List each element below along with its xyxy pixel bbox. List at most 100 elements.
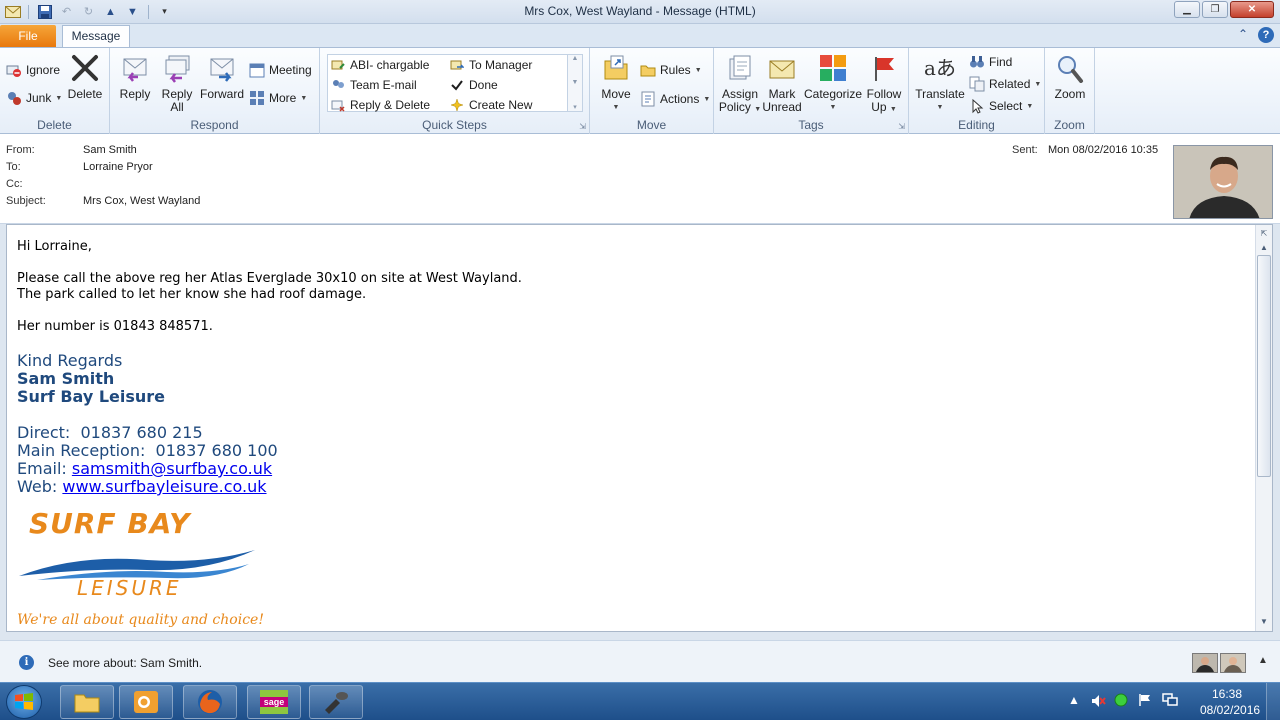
ignore-button[interactable]: Ignore bbox=[6, 62, 60, 78]
quick-step-abi-chargable[interactable]: ABI- chargable bbox=[330, 57, 429, 73]
mark-unread-button[interactable]: Mark Unread bbox=[762, 52, 802, 114]
chevron-down-icon: ▼ bbox=[889, 106, 897, 113]
calendar-icon bbox=[249, 62, 265, 78]
quick-step-create-new[interactable]: Create New bbox=[449, 97, 532, 113]
start-button[interactable] bbox=[6, 685, 42, 719]
delete-icon bbox=[69, 52, 101, 84]
from-value[interactable]: Sam Smith bbox=[83, 144, 137, 156]
to-value[interactable]: Lorraine Pryor bbox=[83, 161, 153, 173]
reply-all-button[interactable]: Reply All bbox=[158, 52, 196, 114]
show-desktop-button[interactable] bbox=[1266, 683, 1280, 720]
signature-direct: Direct: 01837 680 215 bbox=[17, 424, 522, 442]
taskbar-firefox[interactable] bbox=[183, 685, 237, 719]
minimize-button[interactable]: ▁ bbox=[1174, 1, 1200, 18]
zoom-button[interactable]: Zoom bbox=[1050, 52, 1090, 101]
people-pane: i See more about: Sam Smith. ▲ bbox=[0, 640, 1280, 682]
ignore-label: Ignore bbox=[26, 63, 61, 77]
taskbar-windows-explorer[interactable] bbox=[60, 685, 114, 719]
related-button[interactable]: Related ▼ bbox=[969, 76, 1041, 92]
sage-icon: sage bbox=[260, 690, 288, 714]
cursor-icon bbox=[969, 98, 985, 114]
expand-icon[interactable]: ⇱ bbox=[1257, 227, 1271, 241]
translate-button[interactable]: aあ Translate ▼ bbox=[913, 52, 967, 114]
tab-message[interactable]: Message bbox=[62, 25, 130, 48]
sender-photo[interactable] bbox=[1173, 145, 1273, 219]
magnifier-icon bbox=[1054, 52, 1086, 84]
company-logo: SURF BAY LEISURE We're all about quality… bbox=[17, 507, 267, 631]
delete-button[interactable]: Delete bbox=[66, 52, 104, 101]
chevron-down-icon: ▼ bbox=[300, 94, 308, 102]
select-label: Select bbox=[989, 99, 1023, 113]
maximize-button[interactable]: ❐ bbox=[1202, 1, 1228, 18]
categorize-icon bbox=[817, 52, 849, 84]
follow-up-button[interactable]: Follow Up ▼ bbox=[864, 52, 904, 116]
quick-step-label: ABI- chargable bbox=[350, 58, 430, 72]
email-link[interactable]: samsmith@surfbay.co.uk bbox=[72, 459, 272, 478]
quick-step-done[interactable]: Done bbox=[449, 77, 498, 93]
cc-label: Cc: bbox=[6, 178, 23, 190]
editing-group-label: Editing bbox=[958, 118, 995, 132]
windows-logo-icon bbox=[15, 693, 33, 710]
info-icon: i bbox=[19, 655, 34, 670]
rules-button[interactable]: Rules ▼ bbox=[640, 62, 702, 78]
actions-icon bbox=[640, 91, 656, 107]
select-button[interactable]: Select ▼ bbox=[969, 98, 1033, 114]
logo-text-surf-bay: SURF BAY bbox=[29, 507, 191, 540]
help-icon[interactable]: ? bbox=[1258, 27, 1274, 43]
reply-all-label-line2: All bbox=[170, 100, 184, 114]
see-more-about[interactable]: See more about: Sam Smith. bbox=[48, 656, 202, 670]
show-hidden-icons[interactable]: ▲ bbox=[1068, 693, 1080, 707]
scrollbar-thumb[interactable] bbox=[1257, 255, 1271, 477]
message-body[interactable]: Hi Lorraine, Please call the above reg h… bbox=[6, 224, 1273, 632]
ribbon: Ignore Junk ▼ Delete Delete Reply Reply … bbox=[0, 47, 1280, 134]
tags-group-label: Tags bbox=[798, 118, 824, 132]
signature-name: Sam Smith bbox=[17, 369, 115, 388]
taskbar-sage[interactable]: sage bbox=[247, 685, 301, 719]
vertical-scrollbar[interactable]: ⇱ ▲ ▼ bbox=[1255, 225, 1272, 631]
scroll-up-icon[interactable]: ▲ bbox=[1257, 241, 1271, 255]
firefox-icon bbox=[198, 690, 222, 714]
minimize-ribbon-icon[interactable]: ⌃ bbox=[1238, 27, 1248, 43]
recipient-avatar[interactable] bbox=[1220, 653, 1246, 673]
email-label: Email: bbox=[17, 459, 67, 478]
collapse-people-pane-icon[interactable]: ▲ bbox=[1258, 655, 1268, 666]
move-button[interactable]: Move ▼ bbox=[596, 52, 636, 114]
create-new-icon bbox=[449, 97, 465, 113]
quick-step-team-email[interactable]: Team E-mail bbox=[330, 77, 417, 93]
scroll-down-icon[interactable]: ▼ bbox=[572, 79, 579, 86]
network-icon[interactable] bbox=[1162, 693, 1178, 710]
web-link[interactable]: www.surfbayleisure.co.uk bbox=[62, 477, 266, 496]
tab-file[interactable]: File bbox=[0, 25, 56, 47]
forward-button[interactable]: Forward bbox=[200, 52, 244, 101]
reply-icon bbox=[119, 52, 151, 84]
more-respond-button[interactable]: More ▼ bbox=[249, 90, 307, 106]
taskbar-outlook[interactable] bbox=[119, 685, 173, 719]
sender-avatar[interactable] bbox=[1192, 653, 1218, 673]
assign-policy-button[interactable]: Assign Policy ▼ bbox=[718, 52, 762, 116]
scroll-up-icon[interactable]: ▲ bbox=[572, 55, 579, 62]
meeting-button[interactable]: Meeting bbox=[249, 62, 312, 78]
quick-step-label: Create New bbox=[469, 98, 533, 112]
clock[interactable]: 16:38 08/02/2016 bbox=[1200, 686, 1260, 718]
actions-button[interactable]: Actions ▼ bbox=[640, 91, 710, 107]
flag-icon bbox=[868, 52, 900, 84]
status-green-icon[interactable] bbox=[1114, 693, 1128, 710]
translate-label: Translate bbox=[915, 87, 965, 101]
web-label: Web: bbox=[17, 477, 58, 496]
categorize-button[interactable]: Categorize ▼ bbox=[804, 52, 862, 114]
action-center-flag-icon[interactable] bbox=[1138, 693, 1152, 710]
find-button[interactable]: Find bbox=[969, 54, 1012, 70]
close-button[interactable]: ✕ bbox=[1230, 1, 1274, 18]
expand-gallery-icon[interactable]: ▾ bbox=[573, 103, 577, 111]
taskbar-misc-app[interactable] bbox=[309, 685, 363, 719]
quick-step-to-manager[interactable]: To Manager bbox=[449, 57, 532, 73]
window-title: Mrs Cox, West Wayland - Message (HTML) bbox=[524, 4, 756, 18]
scroll-down-icon[interactable]: ▼ bbox=[1257, 615, 1271, 629]
reply-button[interactable]: Reply bbox=[116, 52, 154, 101]
junk-button[interactable]: Junk ▼ bbox=[6, 90, 62, 106]
volume-muted-icon[interactable] bbox=[1090, 693, 1106, 712]
ignore-icon bbox=[6, 62, 22, 78]
quick-step-reply-delete[interactable]: Reply & Delete bbox=[330, 97, 430, 113]
